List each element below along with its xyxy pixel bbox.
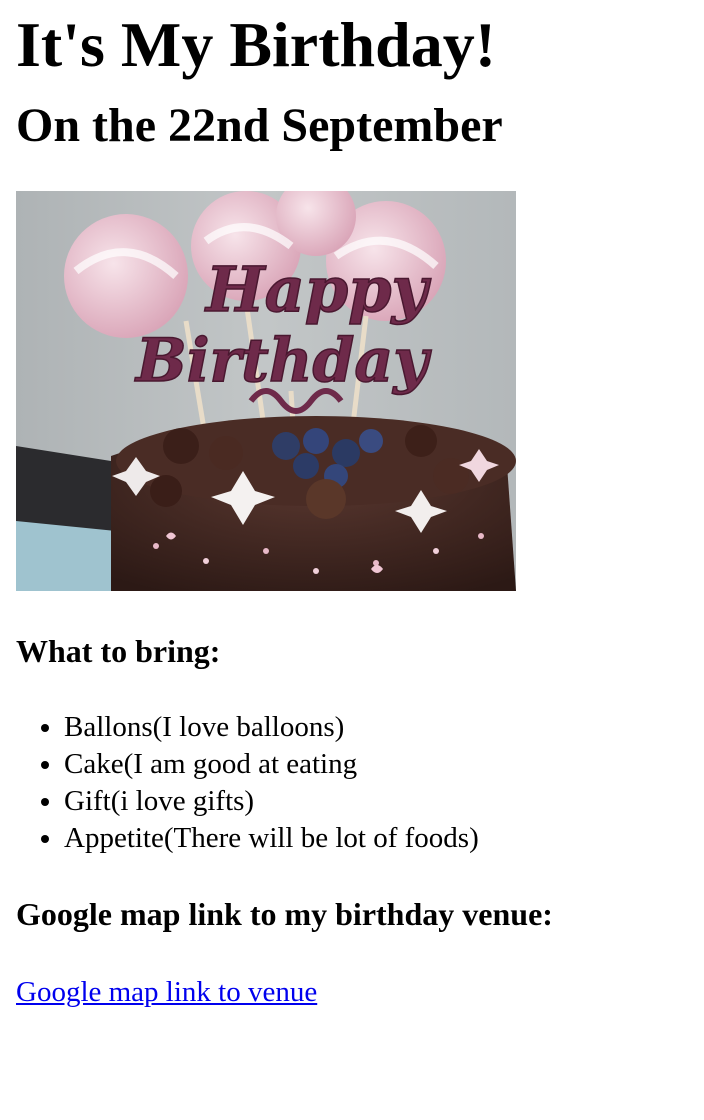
topper-happy: Happy [204, 253, 431, 326]
page-title: It's My Birthday! [16, 9, 496, 80]
list-item: Cake(I am good at eating [64, 746, 704, 783]
meringue-pop [64, 214, 188, 338]
list-item: Appetite(There will be lot of foods) [64, 820, 704, 857]
bring-list: Ballons(I love balloons) Cake(I am good … [16, 709, 704, 857]
map-heading: Google map link to my birthday venue: [16, 896, 553, 932]
page-subtitle: On the 22nd September [16, 99, 503, 152]
page: It's My Birthday! On the 22nd September [0, 0, 704, 1120]
topper-birthday: Birthday [134, 326, 432, 396]
what-to-bring-heading: What to bring: [16, 633, 221, 669]
list-item: Gift(i love gifts) [64, 783, 704, 820]
venue-map-link[interactable]: Google map link to venue [16, 974, 317, 1010]
list-item: Ballons(I love balloons) [64, 709, 704, 746]
birthday-cake-image: Happy Birthday [16, 191, 516, 591]
